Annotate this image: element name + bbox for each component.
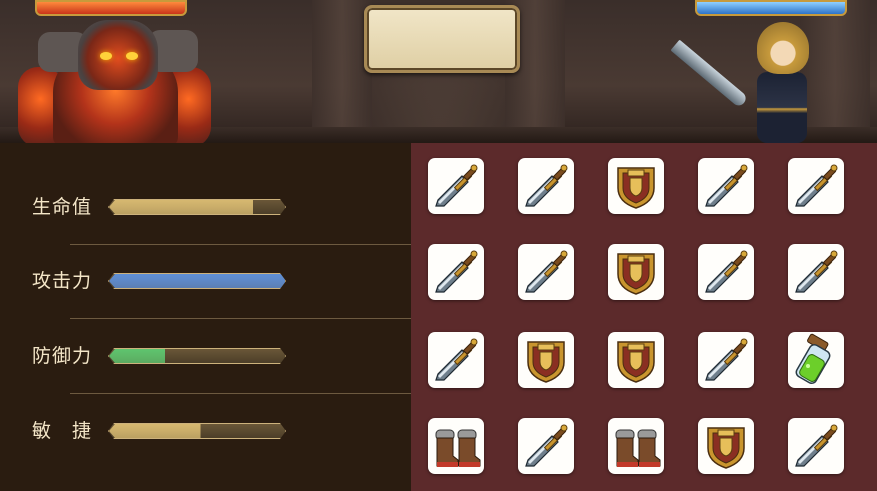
inventory-grid (411, 143, 877, 491)
inventory-slot[interactable] (698, 158, 754, 214)
stat-bar-fill (109, 274, 285, 288)
inventory-slot[interactable] (698, 332, 754, 388)
inventory-slot[interactable] (698, 244, 754, 300)
inventory-slot[interactable] (698, 418, 754, 474)
inventory-slot[interactable] (608, 332, 664, 388)
stat-bar (108, 348, 286, 364)
inventory-slot[interactable] (518, 418, 574, 474)
armored-knight-player[interactable] (670, 20, 815, 143)
stat-label: 防御力 (32, 345, 93, 367)
inventory-slot[interactable] (428, 418, 484, 474)
stat-label: 攻击力 (32, 270, 93, 292)
stat-label: 生命值 (32, 196, 93, 218)
stat-bar-fill (109, 349, 165, 363)
knight-sword (670, 39, 749, 109)
stat-bar-fill (109, 424, 201, 438)
player-health-bar (695, 0, 847, 16)
stat-bar (108, 423, 286, 439)
stat-bar-fill (109, 200, 253, 214)
inventory-slot[interactable] (788, 418, 844, 474)
inventory-slot[interactable] (428, 332, 484, 388)
battle-scene (0, 0, 877, 143)
inventory-slot[interactable] (788, 244, 844, 300)
inventory-slot[interactable] (788, 332, 844, 388)
inventory-slot[interactable] (518, 332, 574, 388)
inventory-slot[interactable] (608, 418, 664, 474)
stat-row: 生命值 (0, 169, 411, 245)
stat-bar (108, 199, 286, 215)
lava-golem-enemy[interactable] (18, 12, 211, 143)
inventory-slot[interactable] (788, 158, 844, 214)
inventory-slot[interactable] (608, 244, 664, 300)
stat-label: 敏 捷 (32, 420, 93, 442)
message-banner (364, 5, 520, 73)
inventory-slot[interactable] (428, 158, 484, 214)
background-pillar (312, 0, 372, 143)
stat-row: 防御力 (0, 318, 411, 394)
inventory-slot[interactable] (608, 158, 664, 214)
inventory-slot[interactable] (518, 244, 574, 300)
stats-panel: 生命值攻击力防御力敏 捷 (0, 143, 411, 491)
stat-bar (108, 273, 286, 289)
stat-row: 敏 捷 (0, 393, 411, 469)
stat-row: 攻击力 (0, 243, 411, 319)
inventory-slot[interactable] (518, 158, 574, 214)
inventory-slot[interactable] (428, 244, 484, 300)
